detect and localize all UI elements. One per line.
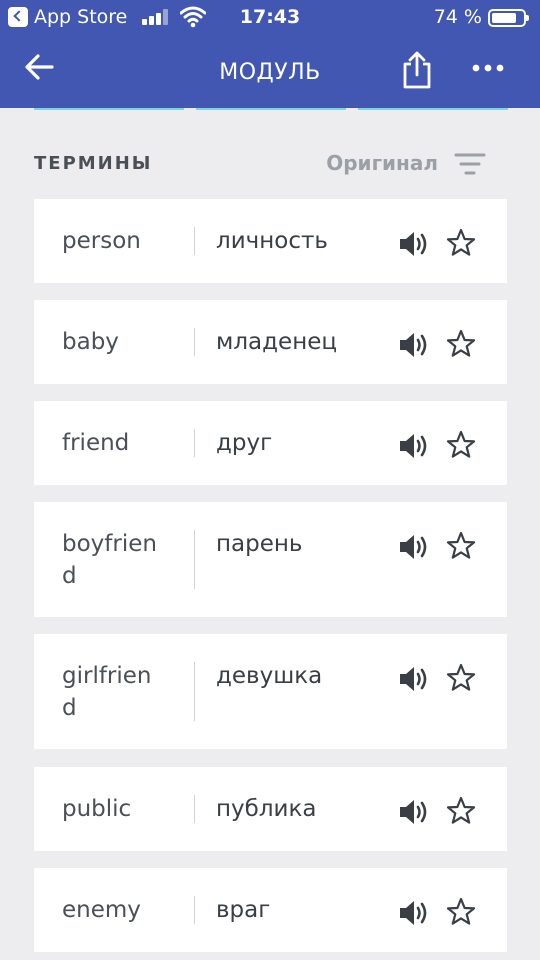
term-text: person [62,228,141,254]
speaker-icon[interactable] [398,664,430,694]
star-icon[interactable] [446,430,476,460]
term-card[interactable]: girlfrien d девушка [34,634,507,749]
definition-text: младенец [216,329,338,355]
speaker-icon[interactable] [398,898,430,928]
speaker-icon[interactable] [398,797,430,827]
term-divider [194,662,195,721]
mode-tabs-strip [0,108,540,114]
term-card[interactable]: person личность [34,199,507,283]
term-divider [194,530,195,589]
speaker-icon[interactable] [398,431,430,461]
mode-tab-edge[interactable] [196,108,346,110]
battery-percent: 74 % [433,6,482,28]
mode-tab-edge[interactable] [34,108,184,110]
term-text: public [62,796,132,822]
terms-header: ТЕРМИНЫ Оригинал [34,150,508,176]
term-divider [194,328,195,356]
speaker-icon[interactable] [398,330,430,360]
nav-bar: МОДУЛЬ [0,36,540,108]
speaker-icon[interactable] [398,532,430,562]
star-icon[interactable] [446,796,476,826]
filter-icon[interactable] [454,152,486,176]
term-divider [194,429,195,457]
definition-text: публика [216,796,317,822]
definition-text: девушка [216,663,323,689]
definition-text: друг [216,430,273,456]
term-text: enemy [62,897,141,923]
definition-text: парень [216,531,303,557]
term-text: boyfrien d [62,531,157,589]
star-icon[interactable] [446,531,476,561]
mode-tab-edge[interactable] [358,108,508,110]
term-divider [194,227,195,255]
share-icon[interactable] [400,50,434,90]
more-icon[interactable] [470,62,506,74]
term-text: girlfrien d [62,663,152,721]
star-icon[interactable] [446,663,476,693]
status-bar: App Store 17:43 74 % [0,0,540,36]
term-card[interactable]: boyfrien d парень [34,502,507,617]
term-text: baby [62,329,119,355]
term-card[interactable]: friend друг [34,401,507,485]
star-icon[interactable] [446,329,476,359]
term-card[interactable]: public публика [34,767,507,851]
term-card[interactable]: baby младенец [34,300,507,384]
definition-text: личность [216,228,328,254]
term-text: friend [62,430,130,456]
star-icon[interactable] [446,228,476,258]
term-divider [194,896,195,924]
term-divider [194,795,195,823]
definition-text: враг [216,897,271,923]
star-icon[interactable] [446,897,476,927]
terms-label: ТЕРМИНЫ [34,153,153,174]
sort-selector[interactable]: Оригинал [326,151,438,175]
top-bar: App Store 17:43 74 % МОДУЛЬ [0,0,540,108]
term-card[interactable]: enemy враг [34,868,507,952]
battery-icon [488,9,529,27]
speaker-icon[interactable] [398,229,430,259]
page-title: МОДУЛЬ [219,60,321,85]
